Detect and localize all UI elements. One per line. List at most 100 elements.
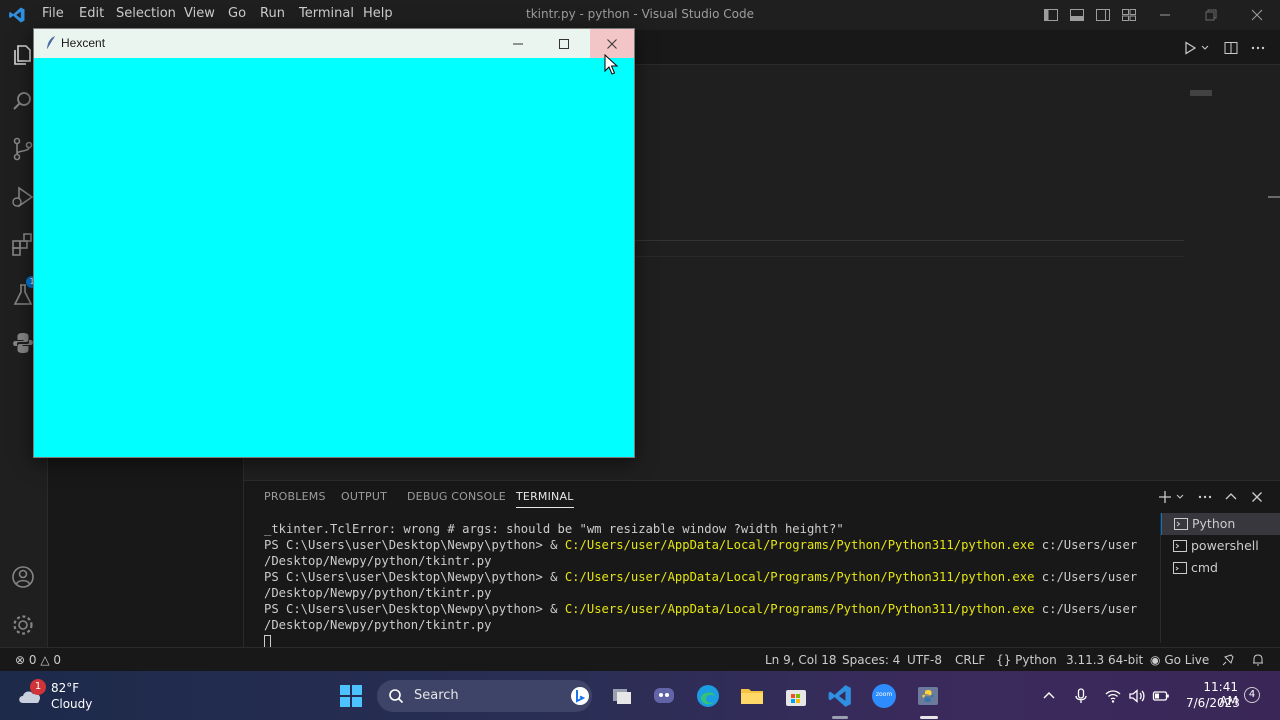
terminal-session-powershell[interactable]: powershell xyxy=(1161,535,1280,557)
go-live-button[interactable]: ◉ Go Live xyxy=(1150,653,1209,667)
tk-maximize-icon[interactable] xyxy=(553,33,575,55)
terminal-line: PS C:\Users\user\Desktop\Newpy\python> &… xyxy=(264,602,1138,616)
toggle-panel-icon[interactable] xyxy=(1069,7,1085,23)
weather-alert-badge: 1 xyxy=(30,679,46,695)
chevron-down-icon[interactable] xyxy=(1200,40,1210,56)
tab-problems[interactable]: PROBLEMS xyxy=(264,490,326,503)
split-editor-icon[interactable] xyxy=(1223,40,1239,56)
task-view-icon[interactable] xyxy=(609,683,635,709)
microphone-icon[interactable] xyxy=(1072,687,1090,705)
editor-scrollbar[interactable] xyxy=(1268,196,1280,198)
search-icon xyxy=(389,689,404,704)
feather-icon xyxy=(46,36,55,51)
wifi-icon[interactable] xyxy=(1104,687,1122,705)
close-panel-icon[interactable] xyxy=(1249,489,1265,505)
microsoft-store-icon[interactable] xyxy=(783,683,809,709)
windows-start-icon[interactable] xyxy=(338,683,364,709)
clock-date[interactable]: 7/6/2023 xyxy=(1186,696,1240,710)
zoom-app-icon[interactable]: zoom xyxy=(871,683,897,709)
terminal-output[interactable]: _tkinter.TclError: wrong # args: should … xyxy=(264,521,1164,649)
tk-close-icon[interactable] xyxy=(601,33,623,55)
new-terminal-icon[interactable] xyxy=(1157,489,1173,505)
settings-gear-icon[interactable] xyxy=(10,612,36,638)
volume-icon[interactable] xyxy=(1128,687,1146,705)
zoom-label: zoom xyxy=(875,691,893,698)
terminal-icon xyxy=(1174,518,1188,530)
customize-layout-icon[interactable] xyxy=(1121,7,1137,23)
accounts-icon[interactable] xyxy=(10,564,36,590)
cursor-position[interactable]: Ln 9, Col 18 xyxy=(765,653,837,667)
terminal-line: /Desktop/Newpy/python/tkintr.py xyxy=(264,586,492,600)
notifications-bell-icon[interactable] xyxy=(1251,653,1265,667)
weather-condition[interactable]: Cloudy xyxy=(51,697,92,711)
bottom-panel: PROBLEMS OUTPUT DEBUG CONSOLE TERMINAL _… xyxy=(244,480,1280,649)
menu-view[interactable]: View xyxy=(184,6,215,21)
terminal-icon xyxy=(1173,540,1187,552)
python-tk-app-icon[interactable] xyxy=(915,683,941,709)
status-bar: ⊗ 0 △ 0 Ln 9, Col 18 Spaces: 4 UTF-8 CRL… xyxy=(0,647,1280,671)
toggle-primary-sidebar-icon[interactable] xyxy=(1043,7,1059,23)
more-actions-icon[interactable] xyxy=(1250,40,1266,56)
mouse-pointer-icon xyxy=(604,54,619,75)
terminal-session-list: Python powershell cmd xyxy=(1160,513,1280,643)
run-file-icon[interactable] xyxy=(1182,40,1198,56)
terminal-session-cmd[interactable]: cmd xyxy=(1161,557,1280,579)
terminal-line: /Desktop/Newpy/python/tkintr.py xyxy=(264,618,492,632)
tab-terminal[interactable]: TERMINAL xyxy=(516,490,574,508)
file-explorer-icon[interactable] xyxy=(739,683,765,709)
language-mode[interactable]: {} Python xyxy=(996,653,1057,667)
windows-taskbar: 1 82°F Cloudy Search zoom 11:41 AM 7/6/2… xyxy=(0,671,1280,720)
tk-titlebar[interactable]: Hexcent xyxy=(34,29,634,58)
error-icon: ⊗ xyxy=(15,653,26,667)
close-icon[interactable] xyxy=(1246,4,1268,26)
minimap[interactable] xyxy=(1190,90,1212,96)
python-app-running-indicator xyxy=(920,716,938,719)
tk-canvas[interactable] xyxy=(34,58,634,457)
menu-edit[interactable]: Edit xyxy=(79,6,104,21)
vscode-running-indicator xyxy=(832,716,848,719)
maximize-panel-icon[interactable] xyxy=(1223,489,1239,505)
cmd-icon xyxy=(1173,562,1187,574)
tkinter-window[interactable]: Hexcent xyxy=(33,28,635,458)
terminal-line: /Desktop/Newpy/python/tkintr.py xyxy=(264,554,492,568)
edge-browser-icon[interactable] xyxy=(695,683,721,709)
python-interpreter[interactable]: 3.11.3 64-bit xyxy=(1066,653,1143,667)
vscode-titlebar: File Edit Selection View Go Run Terminal… xyxy=(0,0,1280,30)
warning-icon: △ xyxy=(40,653,50,667)
minimize-icon[interactable] xyxy=(1154,4,1176,26)
search-label: Search xyxy=(414,688,459,703)
taskbar-search[interactable]: Search xyxy=(377,680,592,712)
broadcast-icon: ◉ xyxy=(1150,653,1161,667)
encoding-status[interactable]: UTF-8 xyxy=(907,653,942,667)
menu-selection[interactable]: Selection xyxy=(116,6,176,21)
tab-debug-console[interactable]: DEBUG CONSOLE xyxy=(407,490,506,503)
bing-icon xyxy=(571,687,589,705)
problems-status[interactable]: ⊗ 0 △ 0 xyxy=(15,653,61,667)
tk-minimize-icon[interactable] xyxy=(507,33,529,55)
restore-icon[interactable] xyxy=(1200,4,1222,26)
vscode-logo-icon[interactable] xyxy=(8,6,26,24)
menu-terminal[interactable]: Terminal xyxy=(299,6,354,21)
menu-run[interactable]: Run xyxy=(260,6,285,21)
terminal-line: PS C:\Users\user\Desktop\Newpy\python> &… xyxy=(264,570,1138,584)
eol-status[interactable]: CRLF xyxy=(955,653,985,667)
menu-help[interactable]: Help xyxy=(363,6,393,21)
indentation-status[interactable]: Spaces: 4 xyxy=(842,653,900,667)
vscode-taskbar-icon[interactable] xyxy=(827,683,853,709)
weather-temperature[interactable]: 82°F xyxy=(51,681,79,695)
chevron-down-icon[interactable] xyxy=(1175,489,1185,505)
feedback-icon[interactable] xyxy=(1221,653,1235,667)
tk-window-title: Hexcent xyxy=(61,36,106,50)
menu-go[interactable]: Go xyxy=(228,6,246,21)
toggle-secondary-sidebar-icon[interactable] xyxy=(1095,7,1111,23)
battery-icon[interactable] xyxy=(1152,687,1170,705)
more-actions-icon[interactable] xyxy=(1197,489,1213,505)
teams-chat-icon[interactable] xyxy=(651,683,677,709)
terminal-line: PS C:\Users\user\Desktop\Newpy\python> &… xyxy=(264,538,1138,552)
terminal-session-python[interactable]: Python xyxy=(1161,513,1280,535)
notification-center-badge[interactable]: 4 xyxy=(1244,687,1260,703)
menu-file[interactable]: File xyxy=(42,6,64,21)
braces-icon: {} xyxy=(996,653,1012,667)
tab-output[interactable]: OUTPUT xyxy=(341,490,387,503)
show-hidden-icons-icon[interactable] xyxy=(1040,687,1058,705)
